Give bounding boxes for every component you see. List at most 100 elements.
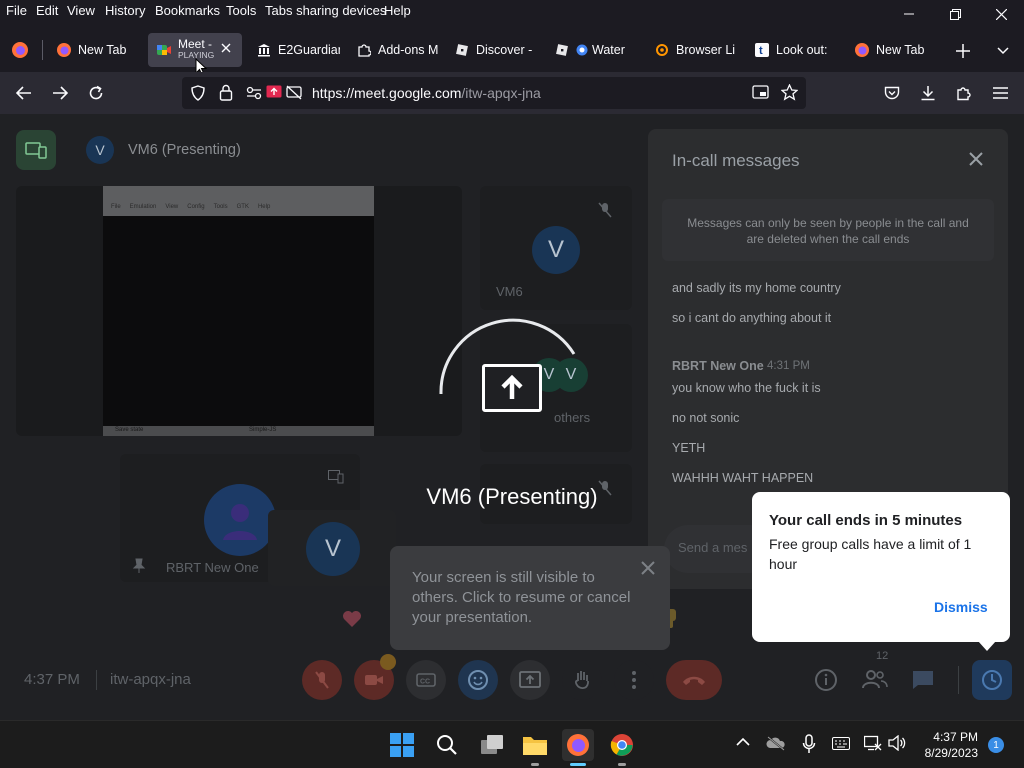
emoji-reaction-button[interactable] bbox=[458, 660, 498, 700]
menu-tools[interactable]: Tools bbox=[226, 3, 256, 18]
picture-in-picture-icon[interactable] bbox=[752, 85, 769, 100]
chrome-taskbar-button[interactable] bbox=[606, 729, 638, 766]
tab-close-button[interactable] bbox=[221, 43, 231, 53]
self-view-tile[interactable]: V bbox=[268, 510, 396, 586]
pin-icon[interactable] bbox=[132, 558, 146, 574]
info-icon bbox=[815, 669, 837, 691]
taskbar-date: 8/29/2023 bbox=[924, 746, 978, 760]
more-options-button[interactable] bbox=[614, 660, 654, 700]
app-menu-button[interactable] bbox=[986, 79, 1014, 107]
pocket-button[interactable] bbox=[878, 79, 906, 107]
start-button[interactable] bbox=[386, 729, 418, 761]
raise-hand-button[interactable] bbox=[562, 660, 602, 700]
tab-add-ons[interactable]: Add-ons M bbox=[348, 33, 438, 67]
menu-file[interactable]: File bbox=[6, 3, 27, 18]
tab-browser-li[interactable]: Browser Li bbox=[646, 33, 738, 67]
menu-bookmarks[interactable]: Bookmarks bbox=[155, 3, 220, 18]
tab-new-tab-2[interactable]: New Tab bbox=[846, 33, 938, 67]
roblox-icon bbox=[454, 42, 470, 58]
downloads-button[interactable] bbox=[914, 79, 942, 107]
participant-name: RBRT New One bbox=[166, 560, 259, 575]
chat-icon bbox=[913, 671, 933, 689]
chat-sender-name: RBRT New One bbox=[672, 359, 764, 373]
keyboard-icon[interactable] bbox=[832, 737, 850, 750]
svg-text:t: t bbox=[759, 45, 763, 57]
tab-discover[interactable]: Discover - bbox=[446, 33, 536, 67]
participant-count-badge: 12 bbox=[876, 650, 889, 662]
menu-view[interactable]: View bbox=[67, 3, 95, 18]
meeting-details-button[interactable] bbox=[814, 668, 838, 692]
firefox-icon bbox=[56, 42, 72, 58]
list-all-tabs-button[interactable] bbox=[992, 40, 1014, 62]
camera-toggle-button[interactable] bbox=[354, 654, 396, 700]
search-button[interactable] bbox=[431, 729, 463, 761]
network-icon[interactable] bbox=[864, 735, 882, 751]
lock-icon[interactable] bbox=[219, 84, 233, 101]
mic-toggle-button[interactable] bbox=[302, 660, 342, 700]
shared-window-titlebar: File Emulation View Config Tools GTK Help bbox=[103, 186, 374, 216]
onedrive-status-icon[interactable] bbox=[766, 735, 786, 751]
back-button[interactable] bbox=[10, 79, 38, 107]
restore-button[interactable] bbox=[932, 0, 978, 28]
new-tab-button[interactable] bbox=[952, 40, 974, 62]
leave-call-button[interactable] bbox=[666, 660, 722, 700]
system-clock[interactable]: 4:37 PM 8/29/2023 bbox=[918, 729, 978, 761]
firefox-taskbar-button[interactable] bbox=[562, 729, 594, 766]
presenter-header-label: VM6 (Presenting) bbox=[128, 142, 241, 158]
url-bar[interactable]: https://meet.google.com/itw-apqx-jna bbox=[182, 77, 806, 109]
close-chat-button[interactable] bbox=[968, 151, 984, 167]
reload-button[interactable] bbox=[82, 79, 110, 107]
tracking-shield-icon[interactable] bbox=[190, 85, 206, 101]
menu-edit[interactable]: Edit bbox=[36, 3, 58, 18]
chevron-up-icon bbox=[736, 737, 750, 746]
settings-fox-icon bbox=[654, 42, 670, 58]
menu-help[interactable]: Help bbox=[384, 3, 411, 18]
tab-e2guardian[interactable]: E2Guardian bbox=[248, 33, 340, 67]
presenting-indicator bbox=[16, 130, 56, 170]
menu-history[interactable]: History bbox=[105, 3, 145, 18]
tab-look-out[interactable]: t Look out: bbox=[746, 33, 838, 67]
present-now-button[interactable] bbox=[510, 660, 550, 700]
dismiss-button[interactable]: Dismiss bbox=[934, 599, 988, 615]
show-hidden-icons-button[interactable] bbox=[736, 737, 750, 747]
task-view-button[interactable] bbox=[476, 729, 508, 761]
tab-strip: New Tab Meet - PLAYING E2Guardian Add-on… bbox=[0, 28, 1024, 72]
present-device-icon bbox=[25, 142, 47, 159]
forward-button[interactable] bbox=[46, 79, 74, 107]
activities-button[interactable] bbox=[972, 660, 1012, 700]
minimize-button[interactable] bbox=[886, 0, 932, 28]
url-text[interactable]: https://meet.google.com/itw-apqx-jna bbox=[312, 85, 541, 101]
camera-off-icon[interactable] bbox=[286, 85, 302, 100]
present-screen-icon bbox=[482, 364, 542, 412]
menu-tabs-sharing-devices[interactable]: Tabs sharing devices bbox=[265, 3, 386, 18]
participant-tile-vm6[interactable]: V VM6 bbox=[480, 186, 632, 310]
restore-icon bbox=[949, 8, 961, 20]
call-ends-toast: Your call ends in 5 minutes Free group c… bbox=[752, 492, 1010, 651]
close-icon bbox=[221, 43, 231, 53]
chevron-down-icon bbox=[997, 47, 1009, 55]
volume-icon[interactable] bbox=[888, 735, 906, 751]
bookmark-star-icon[interactable] bbox=[781, 84, 798, 101]
people-button[interactable] bbox=[862, 668, 888, 690]
participant-avatar: V bbox=[532, 226, 580, 274]
chat-notice-box: Messages can only be seen by people in t… bbox=[662, 199, 994, 261]
meeting-code: itw-apqx-jna bbox=[110, 671, 191, 688]
present-screen-icon bbox=[519, 671, 541, 688]
extensions-button[interactable] bbox=[950, 79, 978, 107]
close-snackbar-button[interactable] bbox=[640, 560, 656, 576]
notification-badge[interactable]: 1 bbox=[988, 737, 1004, 753]
permissions-icon[interactable] bbox=[246, 86, 262, 100]
clock-icon bbox=[982, 670, 1002, 690]
file-explorer-button[interactable] bbox=[519, 729, 551, 766]
tab-new-tab-1[interactable]: New Tab bbox=[48, 33, 144, 67]
chat-button[interactable] bbox=[912, 670, 934, 690]
microphone-in-use-icon[interactable] bbox=[802, 734, 816, 754]
presentation-tile[interactable]: File Emulation View Config Tools GTK Help Save… bbox=[16, 186, 462, 436]
screen-share-indicator-icon[interactable] bbox=[266, 85, 282, 100]
captions-button[interactable]: CC bbox=[406, 660, 446, 700]
close-window-button[interactable] bbox=[978, 0, 1024, 28]
divider bbox=[96, 670, 97, 690]
firefox-view-button[interactable] bbox=[8, 38, 32, 62]
chat-message: no not sonic bbox=[672, 411, 740, 425]
tab-water[interactable]: Water bbox=[546, 33, 638, 67]
